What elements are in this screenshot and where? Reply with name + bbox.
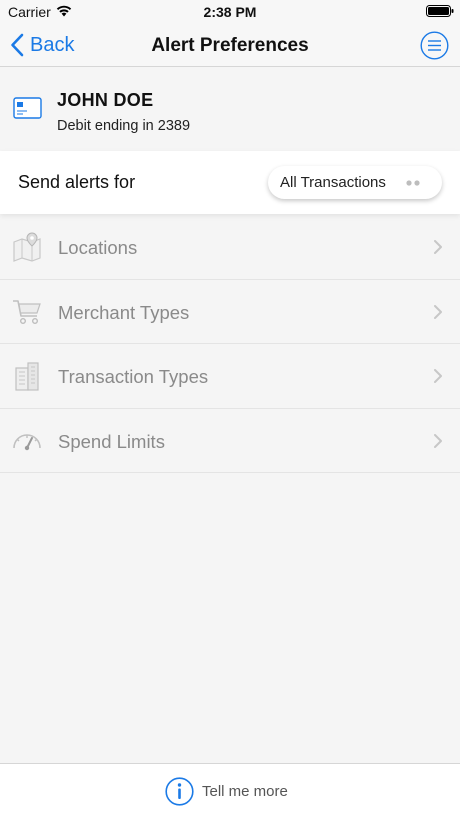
account-summary: JOHN DOE Debit ending in 2389 [0, 67, 460, 151]
list-item-label: Spend Limits [58, 430, 165, 452]
list-item-locations[interactable]: Locations [0, 215, 460, 280]
map-pin-icon [13, 232, 41, 262]
status-bar: Carrier 2:38 PM [0, 0, 460, 24]
gauge-icon [13, 433, 41, 450]
send-alerts-row: Send alerts for All Transactions [0, 151, 460, 214]
tell-me-more-button[interactable]: Tell me more [165, 776, 288, 806]
info-icon [165, 776, 194, 806]
building-icon [15, 362, 39, 391]
list-item-label: Merchant Types [58, 301, 190, 323]
list-item-transaction-types[interactable]: Transaction Types [0, 344, 460, 409]
chevron-right-icon [434, 369, 442, 383]
list-item-spend-limits[interactable]: Spend Limits [0, 409, 460, 473]
battery-icon [426, 5, 454, 17]
alerts-scope-value: All Transactions [280, 174, 386, 191]
status-time: 2:38 PM [203, 4, 257, 20]
page-title: Alert Preferences [151, 35, 309, 56]
alerts-scope-selector[interactable]: All Transactions [268, 166, 442, 199]
account-holder-name: JOHN DOE [57, 90, 154, 110]
chevron-right-icon [434, 240, 442, 254]
tell-me-more-label: Tell me more [202, 782, 288, 800]
menu-icon[interactable] [420, 31, 449, 60]
chevron-right-icon [434, 304, 442, 319]
list-item-label: Locations [58, 237, 138, 258]
nav-bar: Back Alert Preferences [0, 24, 460, 67]
footer: Tell me more [0, 763, 460, 818]
account-description: Debit ending in 2389 [57, 118, 191, 134]
toggle-dots-icon [406, 180, 420, 186]
cart-icon [13, 299, 41, 324]
preferences-list: Locations Merchant Types Transaction Typ… [0, 215, 460, 473]
list-item-label: Transaction Types [58, 366, 209, 387]
list-item-merchant-types[interactable]: Merchant Types [0, 280, 460, 344]
card-icon [13, 97, 42, 119]
chevron-right-icon [434, 433, 442, 448]
send-alerts-label: Send alerts for [18, 172, 136, 192]
